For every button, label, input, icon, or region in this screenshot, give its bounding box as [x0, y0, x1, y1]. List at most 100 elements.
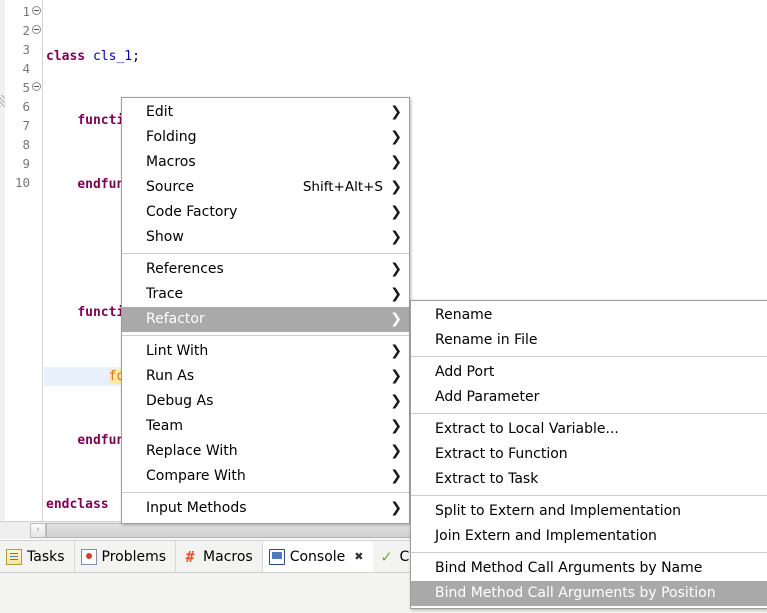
chevron-right-icon: ❯ [390, 343, 402, 359]
menu-item-input-methods[interactable]: Input Methods ❯ [122, 496, 409, 521]
menu-item-label: Bind Method Call Arguments by Position [435, 585, 716, 601]
chevron-right-icon: ❯ [390, 261, 402, 277]
tab-tasks[interactable]: Tasks [0, 541, 75, 572]
line-number: 5 [22, 80, 30, 95]
menu-item-add-parameter[interactable]: Add Parameter [411, 385, 767, 410]
chevron-right-icon: ❯ [390, 443, 402, 459]
menu-item-source[interactable]: Source Shift+Alt+S ❯ [122, 175, 409, 200]
menu-item-join-extern-and-implementation[interactable]: Join Extern and Implementation [411, 524, 767, 549]
menu-item-label: Compare With [146, 468, 246, 484]
tab-label: Macros [203, 548, 253, 565]
chevron-right-icon: ❯ [390, 204, 402, 220]
menu-item-rename[interactable]: Rename [411, 303, 767, 328]
menu-item-run-as[interactable]: Run As ❯ [122, 364, 409, 389]
editor-context-menu[interactable]: Edit ❯ Folding ❯ Macros ❯ Source Shift+A… [121, 97, 410, 524]
menu-item-compare-with[interactable]: Compare With ❯ [122, 464, 409, 489]
problems-icon [80, 548, 97, 565]
menu-separator [411, 552, 767, 553]
fold-row [31, 154, 42, 173]
menu-item-replace-with[interactable]: Replace With ❯ [122, 439, 409, 464]
menu-item-label: Folding [146, 129, 197, 145]
line-number: 1 [22, 4, 30, 19]
menu-item-label: Team [146, 418, 184, 434]
line-number: 7 [22, 118, 30, 133]
chevron-right-icon: ❯ [390, 311, 402, 327]
menu-item-references[interactable]: References ❯ [122, 257, 409, 282]
fold-row[interactable] [31, 21, 42, 40]
menu-item-macros[interactable]: Macros ❯ [122, 150, 409, 175]
menu-item-code-factory[interactable]: Code Factory ❯ [122, 200, 409, 225]
menu-item-label: Input Methods [146, 500, 247, 516]
scroll-left-button[interactable]: ‹ [30, 523, 46, 538]
chevron-right-icon: ❯ [390, 418, 402, 434]
menu-item-team[interactable]: Team ❯ [122, 414, 409, 439]
menu-separator [411, 495, 767, 496]
menu-item-label: Show [146, 229, 184, 245]
chevron-right-icon: ❯ [390, 468, 402, 484]
menu-item-show[interactable]: Show ❯ [122, 225, 409, 250]
menu-item-label: Rename [435, 307, 493, 323]
fold-row [31, 97, 42, 116]
collapse-icon[interactable] [32, 82, 41, 91]
menu-item-trace[interactable]: Trace ❯ [122, 282, 409, 307]
menu-item-label: Source [146, 179, 195, 195]
code-line[interactable]: class cls_1; [44, 47, 767, 66]
menu-item-debug-as[interactable]: Debug As ❯ [122, 389, 409, 414]
refactor-submenu[interactable]: Rename Rename in File Add Port Add Param… [410, 300, 767, 609]
menu-item-split-to-extern-and-implementation[interactable]: Split to Extern and Implementation [411, 499, 767, 524]
chevron-right-icon: ❯ [390, 286, 402, 302]
chevron-right-icon: ❯ [390, 129, 402, 145]
menu-item-label: Code Factory [146, 204, 238, 220]
menu-item-label: Split to Extern and Implementation [435, 503, 682, 519]
fold-row [31, 173, 42, 192]
fold-row[interactable] [31, 78, 42, 97]
tasks-icon [6, 548, 22, 565]
fold-row[interactable] [31, 2, 42, 21]
menu-item-rename-in-file[interactable]: Rename in File [411, 328, 767, 353]
line-number: 6 [22, 99, 30, 114]
menu-item-label: Debug As [146, 393, 214, 409]
chevron-right-icon: ❯ [390, 104, 402, 120]
chevron-right-icon: ❯ [390, 500, 402, 516]
menu-item-extract-to-local-variable[interactable]: Extract to Local Variable... [411, 417, 767, 442]
tab-problems[interactable]: Problems [74, 541, 177, 572]
menu-item-label: Add Parameter [435, 389, 540, 405]
chevron-right-icon: ❯ [390, 179, 402, 195]
menu-item-folding[interactable]: Folding ❯ [122, 125, 409, 150]
tab-console[interactable]: Console ✖ [262, 541, 373, 572]
collapse-icon[interactable] [32, 6, 41, 15]
folding-gutter[interactable] [31, 0, 43, 528]
menu-item-extract-to-function[interactable]: Extract to Function [411, 442, 767, 467]
menu-item-add-port[interactable]: Add Port [411, 360, 767, 385]
tab-macros[interactable]: # Macros [176, 541, 263, 572]
menu-item-label: Run As [146, 368, 195, 384]
checkmark-icon: ✓ [380, 547, 393, 566]
menu-item-label: Extract to Task [435, 471, 539, 487]
line-number: 3 [22, 42, 30, 57]
menu-item-label: Trace [146, 286, 184, 302]
menu-item-edit[interactable]: Edit ❯ [122, 100, 409, 125]
menu-item-label: Replace With [146, 443, 238, 459]
menu-item-label: Bind Method Call Arguments by Name [435, 560, 703, 576]
menu-item-label: Lint With [146, 343, 209, 359]
collapse-icon[interactable] [32, 25, 41, 34]
line-number: 10 [14, 175, 30, 190]
menu-item-lint-with[interactable]: Lint With ❯ [122, 339, 409, 364]
menu-item-bind-method-call-arguments-by-position[interactable]: Bind Method Call Arguments by Position [411, 581, 767, 606]
tab-label: Problems [101, 548, 167, 565]
tab-label: Tasks [27, 548, 65, 565]
menu-separator [411, 413, 767, 414]
chevron-right-icon: ❯ [390, 393, 402, 409]
fold-row [31, 40, 42, 59]
line-number: 9 [22, 156, 30, 171]
menu-item-shortcut: Shift+Alt+S [302, 179, 383, 195]
menu-item-extract-to-task[interactable]: Extract to Task [411, 467, 767, 492]
menu-item-label: Macros [146, 154, 196, 170]
menu-item-refactor[interactable]: Refactor ❯ [122, 307, 409, 332]
fold-row [31, 116, 42, 135]
menu-item-bind-method-call-arguments-by-name[interactable]: Bind Method Call Arguments by Name [411, 556, 767, 581]
menu-item-label: Rename in File [435, 332, 538, 348]
menu-separator [122, 492, 409, 493]
close-icon[interactable]: ✖ [354, 550, 363, 563]
menu-item-label: Add Port [435, 364, 495, 380]
